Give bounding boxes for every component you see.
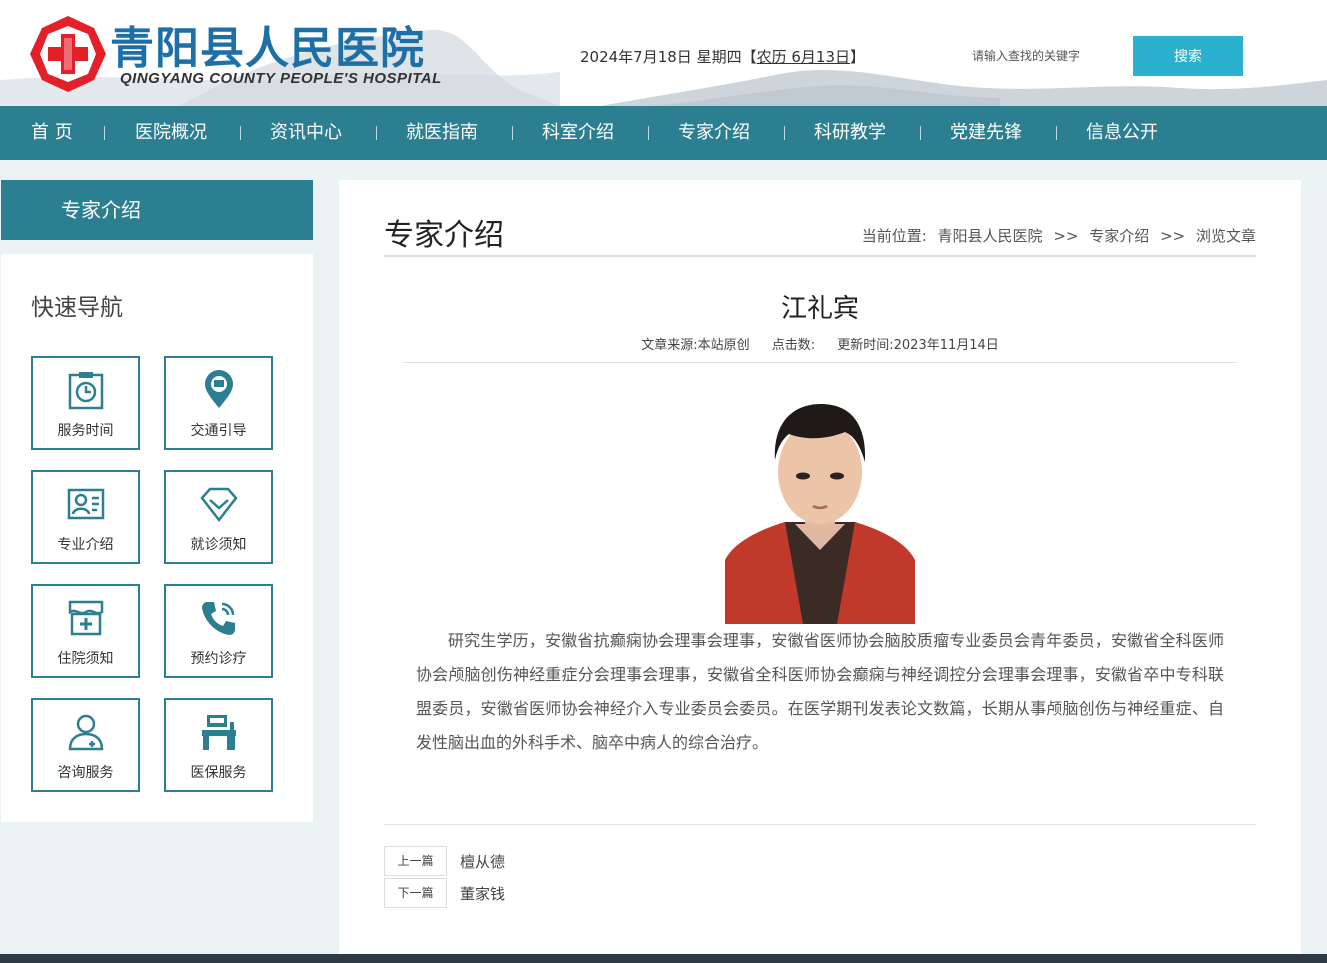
- quick-nav-consultation[interactable]: 咨询服务: [31, 698, 140, 792]
- article-source: 文章来源:本站原创: [641, 338, 750, 353]
- profile-card-icon: [67, 488, 105, 520]
- nav-separator: [1056, 126, 1057, 140]
- quick-nav-specialty[interactable]: 专业介绍: [31, 470, 140, 564]
- breadcrumb-separator: >>: [1160, 227, 1186, 245]
- next-article-tag: 下一篇: [384, 878, 447, 908]
- breadcrumb-home[interactable]: 青阳县人民医院: [938, 227, 1043, 245]
- quick-nav-label: 住院须知: [57, 651, 114, 667]
- nav-item-home[interactable]: 首 页: [31, 106, 73, 160]
- quick-nav-traffic[interactable]: 交通引导: [164, 356, 273, 450]
- quick-nav-insurance[interactable]: 医保服务: [164, 698, 273, 792]
- nav-separator: [512, 126, 513, 140]
- nav-separator: [920, 126, 921, 140]
- next-article-link[interactable]: 董家钱: [460, 883, 505, 904]
- main-nav: 首 页 医院概况 资讯中心 就医指南 科室介绍 专家介绍 科研教学 党建先锋 信…: [0, 106, 1327, 160]
- article-panel: 专家介绍 当前位置: 青阳县人民医院 >> 专家介绍 >> 浏览文章 江礼宾 文…: [339, 180, 1301, 963]
- quick-nav-label: 医保服务: [190, 765, 247, 781]
- hospital-logo-icon: [30, 16, 106, 92]
- breadcrumb-experts[interactable]: 专家介绍: [1089, 227, 1149, 245]
- article-updated: 更新时间:2023年11月14日: [837, 338, 999, 353]
- phone-icon: [202, 602, 235, 635]
- nav-item-news[interactable]: 资讯中心: [270, 106, 342, 160]
- nav-item-research[interactable]: 科研教学: [814, 106, 886, 160]
- quick-nav-title: 快速导航: [31, 295, 123, 321]
- quick-nav-inpatient[interactable]: 住院须知: [31, 584, 140, 678]
- article-title: 江礼宾: [780, 294, 859, 324]
- breadcrumb-current: 浏览文章: [1195, 227, 1256, 245]
- search-button[interactable]: 搜索: [1133, 36, 1243, 76]
- quick-nav-service-hours[interactable]: 服务时间: [31, 356, 140, 450]
- quick-nav-label: 专业介绍: [57, 537, 114, 553]
- site-header: 青阳县人民医院 QINGYANG COUNTY PEOPLE'S HOSPITA…: [0, 0, 1327, 106]
- date-display: 2024年7月18日 星期四【农历 6月13日】: [580, 46, 865, 67]
- quick-nav-label: 服务时间: [57, 423, 114, 439]
- title-divider: [384, 255, 1256, 257]
- location-bus-icon: [205, 370, 233, 408]
- nav-separator: [648, 126, 649, 140]
- lunar-bracket-open: 【: [741, 48, 757, 66]
- quick-nav-label: 预约诊疗: [190, 651, 247, 667]
- nav-separator: [376, 126, 377, 140]
- quick-nav-appointment[interactable]: 预约诊疗: [164, 584, 273, 678]
- doctor-icon: [68, 714, 104, 751]
- nav-item-departments[interactable]: 科室介绍: [542, 106, 614, 160]
- clock-clipboard-icon: [68, 372, 104, 410]
- quick-nav-label: 交通引导: [190, 423, 247, 439]
- prev-article-link[interactable]: 檀从德: [460, 851, 505, 872]
- sidebar-title: 专家介绍: [1, 180, 313, 240]
- breadcrumb-separator: >>: [1053, 227, 1079, 245]
- nav-item-party[interactable]: 党建先锋: [950, 106, 1022, 160]
- nav-separator: [240, 126, 241, 140]
- doctor-photo: [725, 400, 915, 624]
- diamond-check-icon: [200, 487, 238, 523]
- desk-icon: [202, 715, 236, 750]
- article-meta: 文章来源:本站原创 点击数: 更新时间:2023年11月14日: [339, 334, 1301, 353]
- nav-item-disclosure[interactable]: 信息公开: [1086, 106, 1158, 160]
- nav-item-guide[interactable]: 就医指南: [406, 106, 478, 160]
- hospital-name-en: QINGYANG COUNTY PEOPLE'S HOSPITAL: [120, 70, 442, 87]
- hospital-bed-icon: [68, 600, 104, 636]
- lunar-date-link[interactable]: 农历 6月13日: [757, 48, 850, 66]
- nav-item-experts[interactable]: 专家介绍: [678, 106, 750, 160]
- quick-nav-label: 就诊须知: [190, 537, 247, 553]
- meta-divider: [403, 362, 1237, 363]
- page-title: 专家介绍: [384, 218, 504, 253]
- breadcrumb: 当前位置: 青阳县人民医院 >> 专家介绍 >> 浏览文章: [856, 225, 1256, 246]
- lunar-bracket-close: 】: [850, 48, 866, 66]
- quick-nav-label: 咨询服务: [57, 765, 114, 781]
- prev-article-tag: 上一篇: [384, 846, 447, 876]
- site-footer: [0, 954, 1327, 963]
- article-body: 研究生学历，安徽省抗癫痫协会理事会理事，安徽省医师协会脑胶质瘤专业委员会青年委员…: [416, 631, 1224, 752]
- breadcrumb-label: 当前位置:: [861, 227, 927, 245]
- hospital-name-cn: 青阳县人民医院: [110, 23, 425, 74]
- nav-separator: [104, 126, 105, 140]
- quick-nav-panel: 快速导航 服务时间 交通引导 专业介绍 就诊须知 住院须知 预约诊疗 咨询服务 …: [1, 254, 313, 822]
- quick-nav-visit-notice[interactable]: 就诊须知: [164, 470, 273, 564]
- nav-item-overview[interactable]: 医院概况: [135, 106, 207, 160]
- current-date: 2024年7月18日 星期四: [580, 48, 742, 66]
- article-clicks: 点击数:: [771, 338, 816, 353]
- footer-divider: [384, 824, 1256, 825]
- nav-separator: [784, 126, 785, 140]
- search-input[interactable]: [960, 40, 1120, 72]
